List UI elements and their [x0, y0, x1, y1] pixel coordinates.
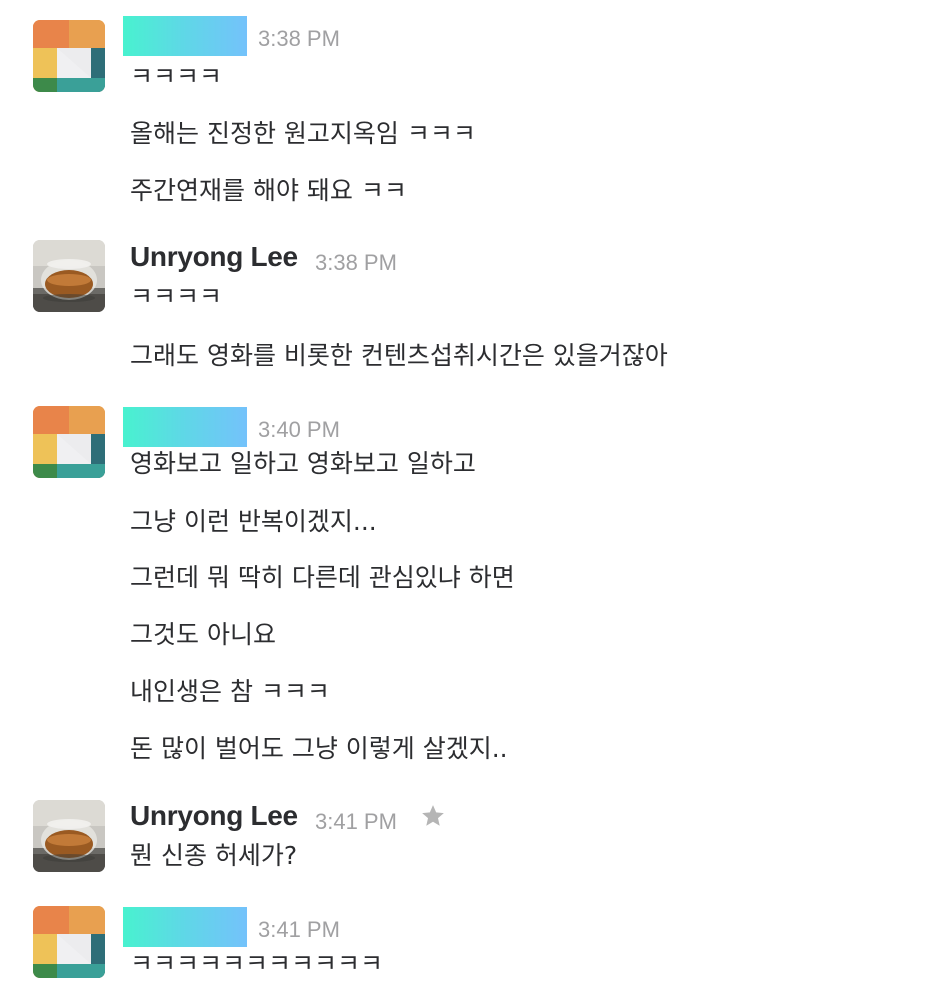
- message-header: 3:40 PM: [123, 407, 523, 447]
- identicon-avatar[interactable]: [33, 906, 105, 978]
- redacted-username[interactable]: [123, 16, 247, 56]
- timestamp[interactable]: 3:38 PM: [258, 26, 340, 52]
- message-text: 그것도 아니요: [130, 620, 276, 649]
- message-text: 돈 많이 벌어도 그냥 이렇게 살겠지..: [130, 734, 508, 763]
- redacted-username[interactable]: [123, 407, 247, 447]
- message-text: ㅋㅋㅋㅋㅋㅋㅋㅋㅋㅋㅋ: [130, 949, 384, 978]
- message-text: 그래도 영화를 비롯한 컨텐츠섭취시간은 있을거잖아: [130, 341, 668, 370]
- star-icon[interactable]: [420, 803, 446, 829]
- message-text: 주간연재를 해야 돼요 ㅋㅋ: [130, 176, 407, 205]
- message-header: 3:38 PM: [123, 16, 523, 56]
- message-header: Unryong Lee 3:41 PM: [123, 799, 583, 839]
- redacted-username[interactable]: [123, 907, 247, 947]
- message-header: 3:41 PM: [123, 907, 523, 947]
- username[interactable]: Unryong Lee: [130, 800, 298, 832]
- message-text: 뭔 신종 허세가?: [130, 841, 298, 870]
- message-list: 3:38 PM ㅋㅋㅋㅋ 올해는 진정한 원고지옥임 ㅋㅋㅋ 주간연재를 해야 …: [0, 0, 938, 998]
- identicon-avatar[interactable]: [33, 406, 105, 478]
- message-text: 올해는 진정한 원고지옥임 ㅋㅋㅋ: [130, 119, 476, 148]
- identicon-avatar[interactable]: [33, 20, 105, 92]
- message-text: 그런데 뭐 딱히 다른데 관심있냐 하면: [130, 563, 515, 592]
- message-text: 내인생은 참 ㅋㅋㅋ: [130, 677, 330, 706]
- teacup-photo-avatar[interactable]: [33, 240, 105, 312]
- username[interactable]: Unryong Lee: [130, 241, 298, 273]
- teacup-photo-avatar[interactable]: [33, 800, 105, 872]
- message-text: ㅋㅋㅋㅋ: [130, 62, 223, 91]
- message-text: ㅋㅋㅋㅋ: [130, 282, 223, 311]
- timestamp[interactable]: 3:40 PM: [258, 417, 340, 443]
- timestamp[interactable]: 3:41 PM: [258, 917, 340, 943]
- message-header: Unryong Lee 3:38 PM: [123, 240, 543, 280]
- timestamp[interactable]: 3:38 PM: [315, 250, 397, 276]
- message-text: 그냥 이런 반복이겠지...: [130, 507, 377, 536]
- message-text: 영화보고 일하고 영화보고 일하고: [130, 449, 476, 478]
- timestamp[interactable]: 3:41 PM: [315, 809, 397, 835]
